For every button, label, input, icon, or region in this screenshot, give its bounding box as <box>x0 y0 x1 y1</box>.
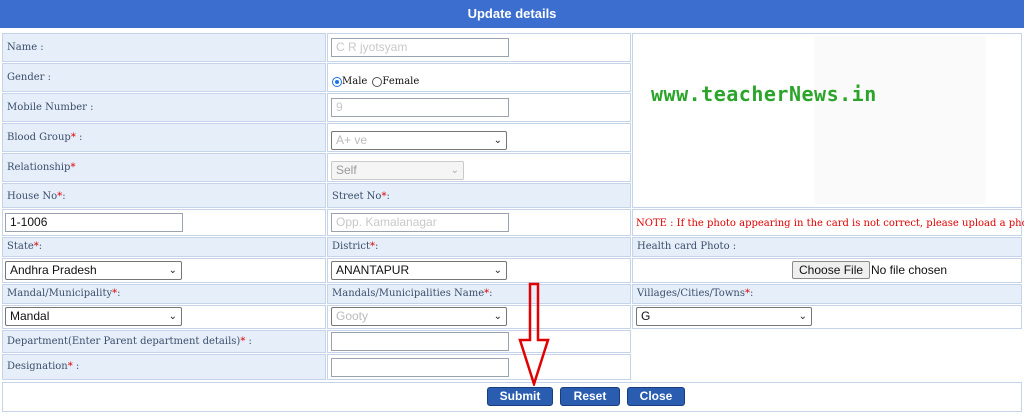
gender-cell: Male Female <box>327 63 631 92</box>
mobile-label: Mobile Number : <box>2 93 326 122</box>
chevron-down-icon: ⌄ <box>450 165 459 176</box>
form-title: Update details <box>0 0 1024 28</box>
blood-group-select[interactable]: A+ ve ⌄ <box>331 131 507 150</box>
district-select[interactable]: ANANTAPUR ⌄ <box>331 261 507 280</box>
gender-female-radio[interactable] <box>372 76 383 87</box>
blood-group-label: Blood Group* : <box>2 123 326 152</box>
chevron-down-icon: ⌄ <box>168 311 177 322</box>
mandal-municipality-select[interactable]: Mandal ⌄ <box>5 307 182 326</box>
villages-select[interactable]: G ⌄ <box>636 307 812 326</box>
health-card-photo-label: Health card Photo : <box>632 237 1022 257</box>
chevron-down-icon: ⌄ <box>493 135 502 146</box>
red-arrow-icon <box>518 282 550 386</box>
villages-label: Villages/Cities/Towns*: <box>632 284 1022 304</box>
chevron-down-icon: ⌄ <box>168 265 177 276</box>
relationship-label: Relationship* <box>2 153 326 182</box>
chevron-down-icon: ⌄ <box>798 311 807 322</box>
file-status: No file chosen <box>871 263 948 277</box>
department-input[interactable] <box>331 332 509 351</box>
mobile-input[interactable]: 9 <box>331 98 509 117</box>
gender-male-label: Male <box>342 76 368 87</box>
mandals-name-select[interactable]: Gooty ⌄ <box>331 307 507 326</box>
watermark-text: www.teacherNews.in <box>651 82 877 106</box>
department-label: Department(Enter Parent department detai… <box>2 330 326 353</box>
designation-input[interactable] <box>331 358 509 377</box>
state-select[interactable]: Andhra Pradesh ⌄ <box>5 261 182 280</box>
district-label: District*: <box>327 237 631 257</box>
name-input[interactable]: C R jyotsyam <box>331 38 509 57</box>
chevron-down-icon: ⌄ <box>493 311 502 322</box>
gender-female-label: Female <box>382 76 420 87</box>
name-label: Name : <box>2 33 326 62</box>
house-no-label: House No*: <box>2 183 326 208</box>
relationship-select: Self ⌄ <box>331 161 464 180</box>
gender-male-radio[interactable] <box>332 76 342 87</box>
profile-photo <box>814 36 986 204</box>
mandals-name-label: Mandals/Municipalities Name*: <box>327 284 631 304</box>
street-no-input[interactable]: Opp. Kamalanagar <box>331 213 509 232</box>
close-button[interactable]: Close <box>627 387 685 406</box>
gender-label: Gender : <box>2 63 326 92</box>
mandal-municipality-label: Mandal/Municipality*: <box>2 284 326 304</box>
choose-file-button[interactable]: Choose File <box>792 261 871 279</box>
designation-label: Designation* : <box>2 354 326 380</box>
photo-note: NOTE : If the photo appearing in the car… <box>636 218 1024 229</box>
house-no-input[interactable]: 1-1006 <box>5 213 183 232</box>
chevron-down-icon: ⌄ <box>493 265 502 276</box>
submit-button[interactable]: Submit <box>487 387 553 406</box>
reset-button[interactable]: Reset <box>560 387 620 406</box>
state-label: State*: <box>2 237 326 257</box>
street-no-label: Street No*: <box>327 183 631 208</box>
